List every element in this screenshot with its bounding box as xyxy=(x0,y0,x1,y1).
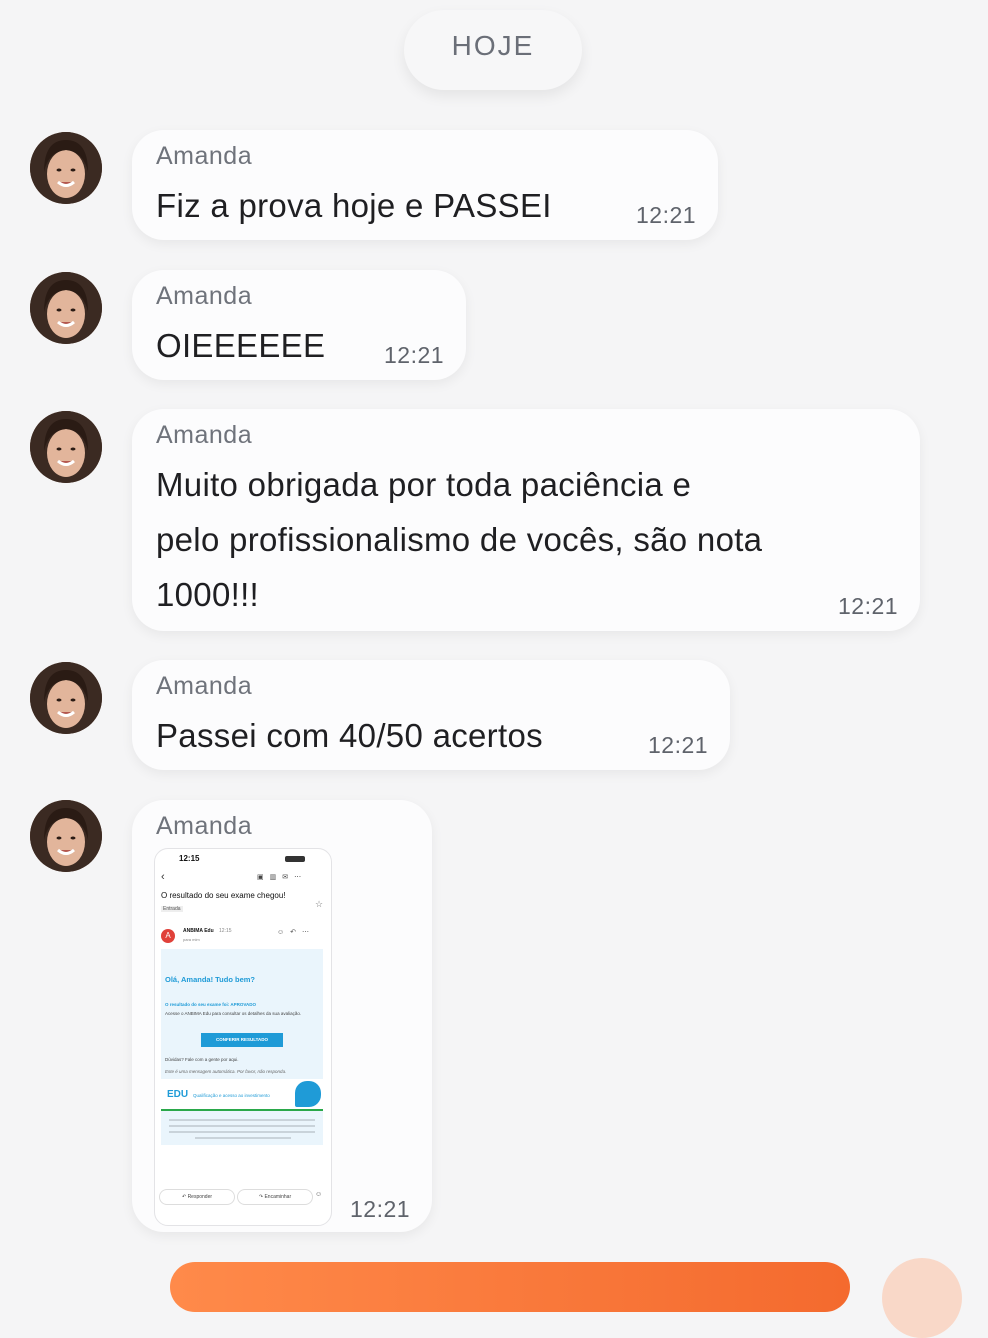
image-message-bubble[interactable]: Amanda 12:15 ‹ ▣▥✉⋯ O resultado do seu e… xyxy=(132,800,432,1232)
footer-line xyxy=(195,1137,291,1139)
message-time: 12:21 xyxy=(838,593,899,619)
footer-line xyxy=(169,1131,315,1133)
message-bubble[interactable]: Amanda Muito obrigada por toda paciência… xyxy=(132,409,920,631)
message-time: 12:21 xyxy=(648,732,709,758)
sender-avatar: A xyxy=(161,929,175,943)
message-time: 12:21 xyxy=(350,1196,411,1222)
sender-name: Amanda xyxy=(156,142,253,170)
message-bubble[interactable]: Amanda OIEEEEEE 12:21 xyxy=(132,270,466,380)
avatar[interactable] xyxy=(30,272,102,344)
brand-divider xyxy=(161,1109,323,1111)
email-actions: ☺↶⋯ xyxy=(277,929,316,936)
email-auto-msg: Este é uma mensagem automática. Por favo… xyxy=(165,1069,287,1074)
email-greeting: Olá, Amanda! Tudo bem? xyxy=(165,975,256,984)
avatar[interactable] xyxy=(30,132,102,204)
brand-logo: EDU xyxy=(167,1089,189,1100)
footer-line xyxy=(169,1119,315,1121)
email-from-time: 12:15 xyxy=(219,928,232,934)
forward-label: Encaminhar xyxy=(264,1194,292,1200)
message-text-line: Muito obrigada por toda paciência e xyxy=(156,466,692,503)
avatar[interactable] xyxy=(30,800,102,872)
email-help: Dúvidas? Fale com a gente por aqui. xyxy=(165,1057,239,1062)
avatar[interactable] xyxy=(30,411,102,483)
sender-name: Amanda xyxy=(156,421,253,449)
message-text: Fiz a prova hoje e PASSEI xyxy=(156,187,552,224)
message-bubble[interactable]: Amanda Passei com 40/50 acertos 12:21 xyxy=(132,660,730,770)
message-time: 12:21 xyxy=(384,342,445,368)
reply-label: Responder xyxy=(187,1194,213,1200)
sender-name: Amanda xyxy=(156,672,253,700)
message-time: 12:21 xyxy=(636,202,697,228)
message-text-line: 1000!!! xyxy=(156,576,260,613)
email-to: para mim xyxy=(183,937,200,942)
email-instructions: Acesse o ANBIMA Edu para consultar os de… xyxy=(165,1011,302,1016)
battery-icon xyxy=(285,856,305,862)
status-time: 12:15 xyxy=(179,854,200,863)
message-text: Passei com 40/50 acertos xyxy=(156,717,543,754)
message-bubble[interactable]: Amanda Fiz a prova hoje e PASSEI 12:21 xyxy=(132,130,718,240)
date-separator: HOJE xyxy=(404,10,582,90)
email-result: O resultado do seu exame foi: APROVADO xyxy=(165,1002,257,1007)
avatar[interactable] xyxy=(30,662,102,734)
email-screenshot[interactable]: 12:15 ‹ ▣▥✉⋯ O resultado do seu exame ch… xyxy=(154,848,332,1226)
date-separator-label: HOJE xyxy=(451,30,535,61)
brand-graphic xyxy=(295,1081,321,1107)
action-circle[interactable] xyxy=(882,1258,962,1338)
reply-button[interactable]: ↶ Responder xyxy=(159,1189,235,1205)
action-bar[interactable] xyxy=(170,1262,850,1312)
sender-name: Amanda xyxy=(156,812,253,840)
forward-button[interactable]: ↷ Encaminhar xyxy=(237,1189,313,1205)
footer-line xyxy=(169,1125,315,1127)
email-from: ANBIMA Edu xyxy=(183,928,214,934)
back-arrow-icon: ‹ xyxy=(161,871,165,883)
conferir-resultado-button[interactable]: CONFERIR RESULTADO xyxy=(201,1033,283,1047)
toolbar-icons: ▣▥✉⋯ xyxy=(257,874,308,881)
folder-label: Entrada xyxy=(161,906,183,912)
brand-tagline: Qualificação e acesso ao investimento xyxy=(193,1093,270,1098)
email-subject: O resultado do seu exame chegou! xyxy=(161,891,286,900)
star-icon: ☆ xyxy=(315,899,324,909)
sender-name: Amanda xyxy=(156,282,253,310)
message-text: OIEEEEEE xyxy=(156,327,326,364)
message-text-line: pelo profissionalismo de vocês, são nota xyxy=(156,521,763,558)
emoji-icon[interactable]: ☺ xyxy=(315,1191,322,1198)
